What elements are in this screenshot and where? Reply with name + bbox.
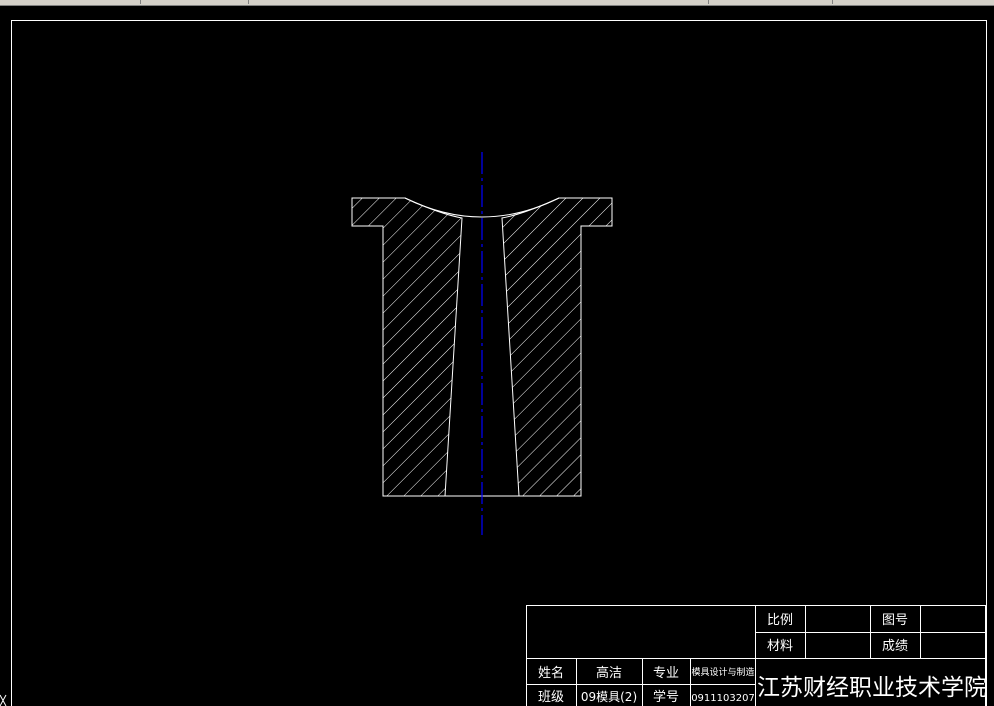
major-label: 专业 xyxy=(653,666,679,681)
name-label: 姓名 xyxy=(538,665,564,681)
class-label: 班级 xyxy=(538,690,564,705)
left-section-hatch xyxy=(351,197,463,497)
scale-label: 比例 xyxy=(767,613,793,628)
major-value: 模具设计与制造 xyxy=(691,666,754,678)
drawing-frame xyxy=(11,20,987,706)
student-id-label: 学号 xyxy=(653,689,679,705)
cad-drawing-canvas[interactable]: 比例 图号 材料 成绩 姓名 高洁 专业 模具设计与制造 班级 09模具(2) … xyxy=(0,0,994,706)
class-value: 09模具(2) xyxy=(581,690,637,704)
material-label: 材料 xyxy=(767,639,793,654)
school-name: 江苏财经职业技术学院 xyxy=(757,675,987,701)
student-id-value: 0911103207 xyxy=(691,693,755,704)
drawing-no-label: 图号 xyxy=(882,613,908,628)
grade-label: 成绩 xyxy=(882,639,908,654)
name-value: 高洁 xyxy=(596,665,622,681)
right-section-hatch xyxy=(501,197,613,497)
